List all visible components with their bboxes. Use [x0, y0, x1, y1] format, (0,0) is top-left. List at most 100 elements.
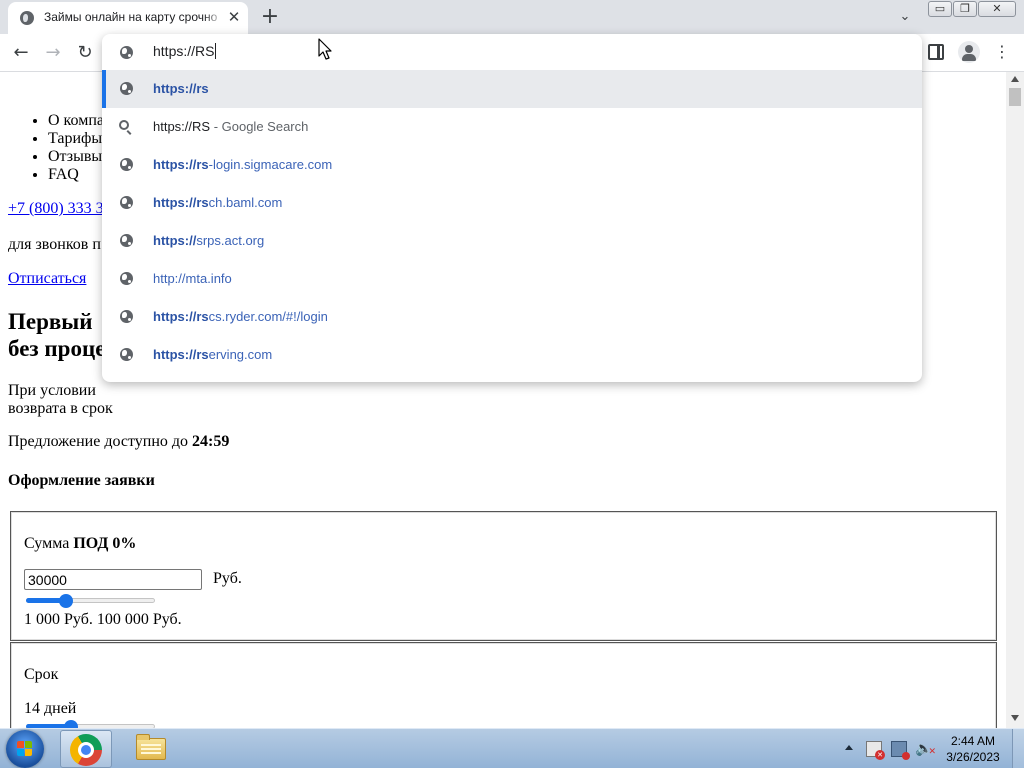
omnibox-suggestion[interactable]: https://rs-login.sigmacare.com: [102, 146, 922, 184]
site-nav-list: О компаТарифыОтзывыFAQ: [28, 112, 104, 184]
window-close-button[interactable]: ✕: [978, 1, 1016, 17]
globe-icon: [120, 310, 133, 323]
omnibox-suggestion[interactable]: https://rserving.com: [102, 336, 922, 374]
start-button[interactable]: [6, 730, 44, 768]
window-minimize-button[interactable]: ▭: [928, 1, 952, 17]
omnibox-suggestion[interactable]: http://mta.info: [102, 260, 922, 298]
omnibox-suggestion[interactable]: https://RS - Google Search: [102, 108, 922, 146]
amount-label: Сумма ПОД 0%: [24, 535, 136, 553]
amount-slider[interactable]: [26, 594, 155, 608]
back-button[interactable]: ←: [8, 41, 34, 65]
site-nav-item[interactable]: Отзывы: [48, 148, 104, 166]
scroll-up-arrow-icon[interactable]: [1011, 76, 1019, 82]
site-nav-item[interactable]: Тарифы: [48, 130, 104, 148]
taskbar-chrome-button[interactable]: [60, 730, 112, 768]
scrollbar-thumb[interactable]: [1009, 88, 1021, 106]
action-center-icon[interactable]: [866, 741, 885, 760]
suggestion-text: https://srps.act.org: [153, 233, 264, 248]
offer-text: Предложение доступно до 24:59: [8, 433, 229, 451]
condition-line-1: При условии: [8, 382, 96, 399]
tab-search-button[interactable]: ⌄: [894, 6, 916, 28]
forward-button[interactable]: →: [40, 41, 66, 65]
omnibox-suggestion[interactable]: https://srps.act.org: [102, 222, 922, 260]
scroll-down-arrow-icon[interactable]: [1011, 715, 1019, 721]
new-tab-button[interactable]: +: [258, 5, 282, 29]
condition-line-2: возврата в срок: [8, 400, 113, 417]
tab-title-fade: [204, 6, 224, 28]
condition-text: При условии возврата в срок: [8, 382, 113, 418]
taskbar: 🔈 2:44 AM 3/26/2023: [0, 728, 1024, 768]
suggestion-text: https://rs: [153, 81, 209, 96]
amount-label-bold: ПОД 0%: [73, 535, 137, 552]
unsubscribe-link[interactable]: Отписаться: [8, 270, 86, 288]
suggestion-match: https://rs: [153, 81, 209, 96]
page-headline: Первый без проце: [8, 308, 105, 362]
tab-close-button[interactable]: ✕: [226, 9, 242, 25]
globe-icon: [120, 234, 133, 247]
side-panel-icon[interactable]: [928, 44, 944, 60]
globe-icon: [120, 158, 133, 171]
amount-input[interactable]: [24, 569, 202, 590]
chrome-icon: [70, 734, 102, 766]
term-slider[interactable]: [26, 720, 155, 728]
headline-line-1: Первый: [8, 309, 93, 334]
globe-icon: [120, 348, 133, 361]
system-clock[interactable]: 2:44 AM 3/26/2023: [942, 733, 1004, 765]
reload-button[interactable]: ↻: [72, 41, 98, 65]
omnibox-suggestion[interactable]: https://rsch.baml.com: [102, 184, 922, 222]
omnibox-suggestion[interactable]: https://rs: [102, 70, 922, 108]
suggestion-text: https://rs-login.sigmacare.com: [153, 157, 332, 172]
tray-expand-icon[interactable]: [845, 745, 853, 750]
vertical-scrollbar[interactable]: [1006, 72, 1024, 728]
clock-date: 3/26/2023: [946, 750, 1000, 764]
amount-section: Сумма ПОД 0% Руб. 1 000 Руб. 100 000 Руб…: [10, 511, 997, 641]
globe-icon: [20, 11, 34, 25]
suggestion-suffix: - Google Search: [210, 119, 309, 134]
tab-title: Займы онлайн на карту срочно: [44, 10, 218, 24]
form-title: Оформление заявки: [8, 472, 155, 489]
mouse-cursor-icon: [318, 38, 332, 60]
browser-tab[interactable]: Займы онлайн на карту срочно ✕: [8, 2, 248, 34]
term-value: 14 дней: [24, 700, 77, 717]
address-input[interactable]: https://RS: [153, 43, 217, 59]
network-icon[interactable]: [891, 741, 910, 760]
suggestion-query: https://RS: [153, 119, 211, 134]
volume-icon[interactable]: 🔈: [915, 741, 936, 760]
suggestion-url-rest: srps.act.org: [196, 233, 265, 248]
taskbar-explorer-button[interactable]: [124, 730, 176, 768]
window-maximize-button[interactable]: ❐: [953, 1, 977, 17]
globe-icon: [120, 46, 133, 59]
amount-unit: Руб.: [213, 570, 242, 587]
slider-thumb[interactable]: [64, 720, 78, 728]
site-nav-item[interactable]: О компа: [48, 112, 104, 130]
suggestion-url-rest: -login.sigmacare.com: [208, 157, 333, 172]
search-icon: [119, 120, 129, 130]
suggestion-text: https://rscs.ryder.com/#!/login: [153, 309, 328, 324]
address-bar[interactable]: https://RS: [102, 34, 922, 70]
globe-icon: [120, 272, 133, 285]
offer-timer: 24:59: [192, 433, 230, 450]
globe-icon: [120, 196, 133, 209]
clock-time: 2:44 AM: [950, 734, 996, 748]
suggestion-url-rest: erving.com: [208, 347, 273, 362]
windows-logo-icon: [17, 741, 33, 757]
omnibox-suggestion[interactable]: https://rscs.ryder.com/#!/login: [102, 298, 922, 336]
suggestion-match: https://rs: [153, 157, 209, 172]
browser-menu-button[interactable]: ⋮: [992, 41, 1012, 63]
text-caret: [215, 43, 217, 59]
show-desktop-button[interactable]: [1012, 729, 1024, 768]
omnibox-dropdown: https://RS https://rs https://RS - Google…: [102, 34, 922, 382]
phone-link[interactable]: +7 (800) 333 3: [8, 200, 104, 218]
slider-thumb[interactable]: [59, 594, 73, 608]
site-nav-item[interactable]: FAQ: [48, 166, 104, 184]
folder-icon: [136, 734, 166, 760]
tab-strip: Займы онлайн на карту срочно ✕ + ⌄ ▭ ❐ ✕: [0, 0, 1024, 34]
suggestion-match: https://: [153, 233, 197, 248]
suggestion-match: https://rs: [153, 195, 209, 210]
suggestion-url-rest: ch.baml.com: [208, 195, 283, 210]
headline-line-2: без проце: [8, 336, 106, 361]
term-section: Срок 14 дней: [10, 642, 997, 728]
profile-avatar-icon[interactable]: [958, 41, 980, 63]
term-label: Срок: [24, 666, 59, 683]
suggestion-url-rest: cs.ryder.com/#!/login: [208, 309, 328, 324]
